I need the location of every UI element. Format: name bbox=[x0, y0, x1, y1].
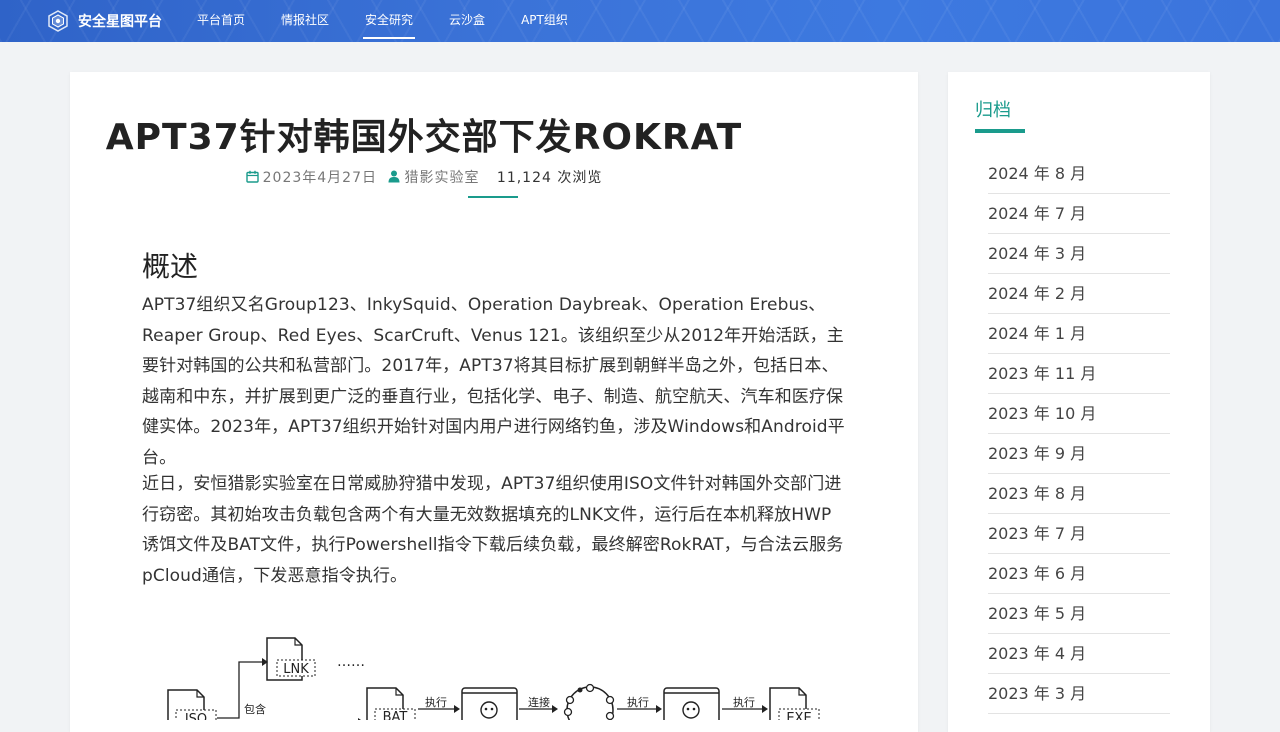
archive-item-2023-08[interactable]: 2023 年 8 月 bbox=[988, 474, 1170, 514]
archive-item-2024-07[interactable]: 2024 年 7 月 bbox=[988, 194, 1170, 234]
top-navigation-bar: 安全星图平台 平台首页 情报社区 安全研究 云沙盒 APT组织 bbox=[0, 0, 1280, 42]
connect-label: 连接 bbox=[528, 696, 550, 709]
archive-item-2024-02[interactable]: 2024 年 2 月 bbox=[988, 274, 1170, 314]
contains-label: 包含 bbox=[244, 702, 266, 716]
paragraph-overview: APT37组织又名Group123、InkySquid、Operation Da… bbox=[142, 295, 845, 468]
iso-label: ISO bbox=[185, 712, 207, 720]
meta-underline bbox=[468, 196, 518, 198]
article-views: 11,124 次浏览 bbox=[496, 170, 603, 186]
archive-item-2024-08[interactable]: 2024 年 8 月 bbox=[988, 154, 1170, 194]
archive-heading-underline bbox=[975, 129, 1025, 133]
execute-label-2: 执行 bbox=[627, 695, 649, 709]
archive-item-2023-09[interactable]: 2023 年 9 月 bbox=[988, 434, 1170, 474]
archive-item-2023-04[interactable]: 2023 年 4 月 bbox=[988, 634, 1170, 674]
iso-file-icon: ISO bbox=[167, 689, 217, 720]
nav-cloud-sandbox[interactable]: 云沙盒 bbox=[449, 0, 485, 42]
article-title: APT37针对韩国外交部下发ROKRAT bbox=[105, 117, 743, 158]
more-dots: …… bbox=[337, 654, 365, 670]
execute-label-3: 执行 bbox=[733, 695, 755, 709]
exe-label: EXE bbox=[786, 711, 811, 720]
exe-file-icon: EXE bbox=[769, 687, 820, 720]
archive-heading: 归档 bbox=[975, 100, 1011, 121]
archive-item-2023-07[interactable]: 2023 年 7 月 bbox=[988, 514, 1170, 554]
execute-label-1: 执行 bbox=[425, 695, 447, 709]
section-heading: 概述 bbox=[142, 250, 199, 283]
calendar-icon bbox=[245, 170, 259, 183]
brand-logo[interactable]: 安全星图平台 bbox=[47, 9, 162, 33]
article-date[interactable]: 2023年4月27日 bbox=[263, 170, 377, 186]
nav-apt-groups[interactable]: APT组织 bbox=[521, 0, 568, 42]
archive-item-2023-10[interactable]: 2023 年 10 月 bbox=[988, 394, 1170, 434]
payload-window-icon-2 bbox=[663, 687, 720, 720]
user-icon bbox=[388, 170, 400, 183]
archive-item-2023-05[interactable]: 2023 年 5 月 bbox=[988, 594, 1170, 634]
nav-security-research[interactable]: 安全研究 bbox=[363, 0, 416, 42]
archive-item-2023-11[interactable]: 2023 年 11 月 bbox=[988, 354, 1170, 394]
archive-item-2024-01[interactable]: 2024 年 1 月 bbox=[988, 314, 1170, 354]
shield-logo-icon bbox=[48, 10, 68, 32]
archive-list: 2024 年 8 月 2024 年 7 月 2024 年 3 月 2024 年 … bbox=[988, 154, 1170, 714]
nav-intel-community[interactable]: 情报社区 bbox=[281, 0, 329, 42]
lnk-file-icon: LNK bbox=[266, 637, 316, 681]
paragraph-discovery: 近日，安恒猎影实验室在日常威胁狩猎中发现，APT37组织使用ISO文件针对韩国外… bbox=[142, 474, 844, 586]
archive-item-2023-03[interactable]: 2023 年 3 月 bbox=[988, 674, 1170, 714]
main-nav: 平台首页 情报社区 安全研究 云沙盒 APT组织 bbox=[197, 0, 604, 42]
brand-name: 安全星图平台 bbox=[78, 14, 162, 30]
payload-window-icon-1 bbox=[461, 687, 518, 720]
archive-item-2023-06[interactable]: 2023 年 6 月 bbox=[988, 554, 1170, 594]
bat-file-icon: BAT bbox=[366, 687, 416, 720]
article-meta: 2023年4月27日 猎影实验室 11,124 次浏览 bbox=[0, 167, 848, 187]
cloud-network-icon bbox=[563, 683, 615, 720]
bat-label: BAT bbox=[383, 710, 408, 720]
lnk-label: LNK bbox=[283, 662, 309, 677]
nav-home[interactable]: 平台首页 bbox=[197, 0, 245, 42]
article-author[interactable]: 猎影实验室 bbox=[404, 170, 479, 186]
archive-item-2024-03[interactable]: 2024 年 3 月 bbox=[988, 234, 1170, 274]
attack-chain-diagram: LNK …… ISO 包含 BAT 执行 连接 执行 执行 EXE bbox=[162, 630, 832, 720]
